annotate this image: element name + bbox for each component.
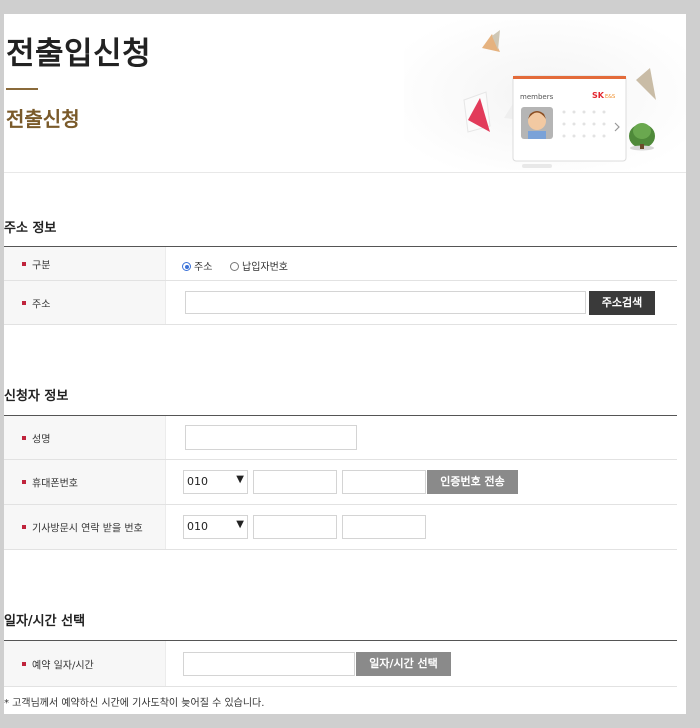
- address-search-button[interactable]: 주소검색: [589, 291, 655, 315]
- visit-contact-label: 기사방문시 연락 받을 번호: [32, 523, 143, 535]
- type-row: 구분 주소 납입자번호: [4, 247, 677, 281]
- reservation-datetime-input[interactable]: [183, 652, 355, 676]
- hero-brand: SK: [592, 91, 605, 100]
- radio-address-indicator[interactable]: [182, 262, 191, 271]
- schedule-section-title: 일자/시간 선택: [4, 614, 86, 629]
- mobile-last-input[interactable]: [342, 470, 426, 494]
- notice-text: * 고객님께서 예약하신 시간에 기사도착이 늦어질 수 있습니다.: [4, 698, 265, 709]
- reservation-row: 예약 일자/시간 일자/시간 선택: [4, 641, 677, 687]
- title-divider: [6, 88, 38, 90]
- mobile-middle-input[interactable]: [253, 470, 337, 494]
- visit-prefix-select[interactable]: 010 ▼: [183, 515, 248, 539]
- chevron-down-icon: ▼: [236, 474, 244, 485]
- hero-card-label: members: [520, 93, 554, 101]
- radio-payer-number-indicator[interactable]: [230, 262, 239, 271]
- address-row: 주소 주소검색: [4, 281, 677, 325]
- send-verification-button[interactable]: 인증번호 전송: [427, 470, 518, 494]
- type-label: 구분: [32, 260, 51, 271]
- chevron-down-icon: ▼: [236, 519, 244, 530]
- mobile-label: 휴대폰번호: [32, 478, 78, 490]
- visit-last-input[interactable]: [342, 515, 426, 539]
- mobile-prefix-select[interactable]: 010 ▼: [183, 470, 248, 494]
- page-container: 전출입신청 전출신청 members SK E&S 주소 정보 구분 주소 납입…: [4, 14, 686, 714]
- address-section-title: 주소 정보: [4, 221, 57, 236]
- address-input[interactable]: [185, 291, 586, 314]
- page-title: 전출입신청: [6, 36, 152, 72]
- hero-brand-sub: E&S: [605, 94, 615, 100]
- radio-address[interactable]: 주소: [182, 258, 212, 273]
- header-divider: [4, 172, 686, 173]
- address-label: 주소: [32, 299, 51, 310]
- hero-illustration: members SK E&S: [404, 20, 686, 170]
- mobile-row: 휴대폰번호 010 ▼ 인증번호 전송: [4, 460, 677, 505]
- visit-contact-row: 기사방문시 연락 받을 번호 010 ▼: [4, 505, 677, 550]
- address-form: 구분 주소 납입자번호 주소 주소검색: [4, 246, 677, 325]
- visit-middle-input[interactable]: [253, 515, 337, 539]
- applicant-form: 성명 휴대폰번호 010 ▼ 인증번호 전송 기사방문시 연락 받을 번호 010…: [4, 415, 677, 550]
- name-label: 성명: [32, 434, 51, 445]
- name-row: 성명: [4, 416, 677, 460]
- page-subtitle: 전출신청: [6, 107, 80, 131]
- reservation-label: 예약 일자/시간: [32, 660, 94, 671]
- select-datetime-button[interactable]: 일자/시간 선택: [356, 652, 451, 676]
- name-input[interactable]: [185, 425, 357, 450]
- schedule-form: 예약 일자/시간 일자/시간 선택: [4, 640, 677, 687]
- radio-payer-number[interactable]: 납입자번호: [230, 258, 288, 273]
- applicant-section-title: 신청자 정보: [4, 389, 69, 404]
